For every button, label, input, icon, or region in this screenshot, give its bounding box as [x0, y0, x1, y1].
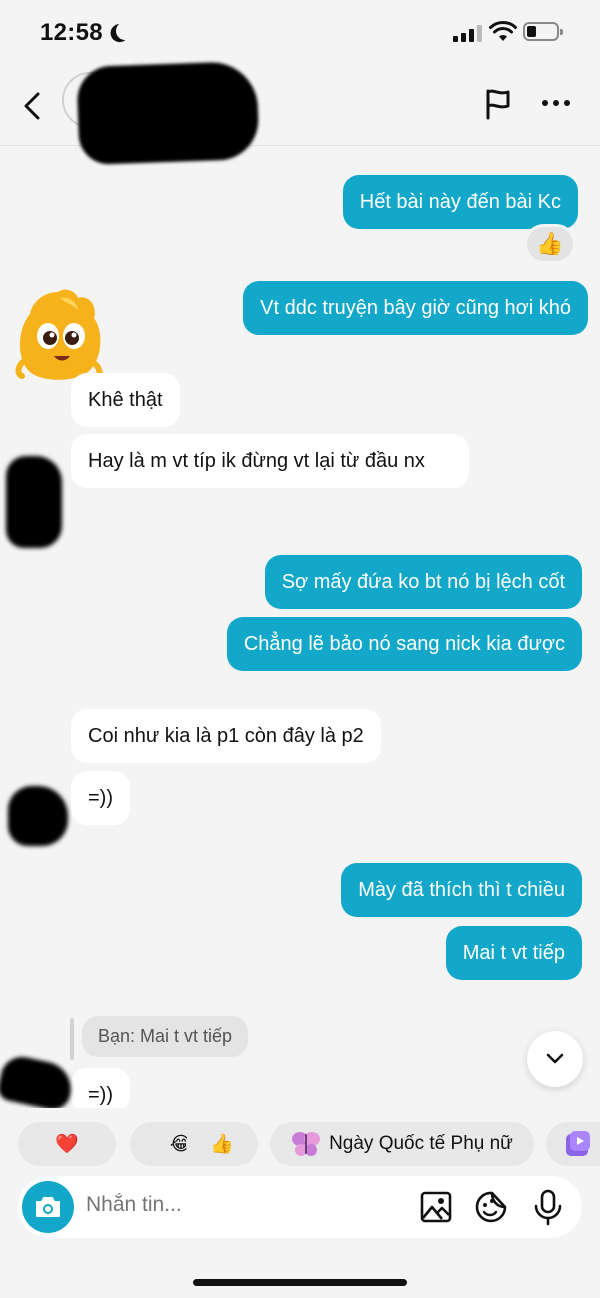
message-incoming[interactable]: Coi như kia là p1 còn đây là p2 — [71, 709, 381, 763]
quick-reply-label: Ngày Quốc tế Phụ nữ — [329, 1133, 513, 1154]
message-incoming[interactable]: Khê thật — [71, 373, 180, 427]
quick-reply-thumbs-up[interactable]: 👍 — [186, 1122, 258, 1166]
message-outgoing[interactable]: Mày đã thích thì t chiều — [341, 863, 582, 917]
camera-icon — [36, 1197, 60, 1217]
message-incoming[interactable]: =)) — [71, 771, 130, 825]
back-chevron-icon[interactable] — [18, 88, 48, 124]
cellular-signal-icon — [453, 24, 482, 42]
quick-reply-heart[interactable]: ❤️ — [18, 1122, 116, 1166]
message-incoming[interactable]: =)) — [71, 1068, 130, 1112]
thumbs-up-emoji-icon: 👍 — [210, 1134, 234, 1155]
moon-icon — [115, 21, 136, 42]
home-indicator — [193, 1279, 407, 1286]
camera-button[interactable] — [22, 1181, 74, 1233]
wifi-icon — [489, 20, 517, 41]
video-sticker-icon — [566, 1131, 590, 1156]
message-composer — [18, 1176, 582, 1238]
avatar-redaction — [8, 786, 68, 846]
avatar-redaction — [0, 1053, 76, 1113]
image-icon[interactable] — [418, 1188, 454, 1226]
thumbs-up-reaction[interactable]: 👍 — [524, 224, 576, 264]
scroll-to-bottom-button[interactable] — [527, 1031, 583, 1087]
microphone-icon[interactable] — [530, 1188, 566, 1226]
heart-emoji-icon: ❤️ — [55, 1134, 79, 1155]
reply-quote[interactable]: Bạn: Mai t vt tiếp — [82, 1016, 249, 1057]
message-input[interactable] — [86, 1193, 406, 1217]
message-outgoing[interactable]: Sợ mấy đứa ko bt nó bị lệch cốt — [264, 555, 582, 609]
message-outgoing[interactable]: Hết bài này đến bài Kc — [342, 175, 578, 229]
sticker-icon[interactable] — [473, 1188, 509, 1226]
more-icon[interactable] — [542, 100, 570, 106]
quick-reply-video-sticker[interactable] — [546, 1122, 600, 1166]
chat-header — [0, 60, 600, 166]
quick-reply-womens-day[interactable]: Ngày Quốc tế Phụ nữ — [270, 1122, 534, 1166]
quick-reply-bar: ❤️ 😂 👍 Ngày Quốc tế Phụ nữ — [0, 1108, 600, 1178]
status-bar: 12:58 — [0, 0, 600, 64]
battery-icon — [523, 22, 563, 41]
status-time: 12:58 — [40, 19, 103, 46]
flag-icon[interactable] — [480, 86, 516, 122]
avatar-redaction — [6, 456, 62, 548]
chevron-down-icon — [546, 1053, 564, 1064]
message-outgoing[interactable]: Chẳng lẽ bảo nó sang nick kia được — [226, 617, 582, 671]
butterfly-sticker-icon — [292, 1132, 321, 1156]
contact-name-redaction — [76, 60, 260, 166]
message-outgoing[interactable]: Vt ddc truyện bây giờ cũng hơi khó — [243, 281, 588, 335]
message-outgoing[interactable]: Mai t vt tiếp — [445, 926, 582, 980]
reply-indicator — [70, 1018, 74, 1060]
message-incoming[interactable]: Hay là m vt típ ik đừng vt lại từ đầu nx — [71, 434, 469, 488]
